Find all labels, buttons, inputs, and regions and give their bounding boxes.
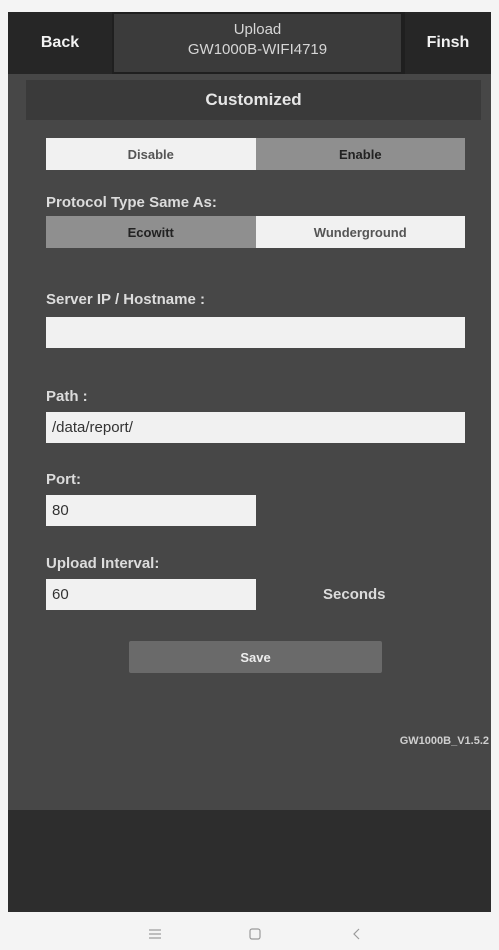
- port-input[interactable]: [46, 495, 256, 526]
- server-label: Server IP / Hostname :: [46, 291, 205, 308]
- upload-interval-input[interactable]: [46, 579, 256, 610]
- firmware-version: GW1000B_V1.5.2: [399, 735, 489, 747]
- home-icon[interactable]: [243, 922, 267, 946]
- save-button[interactable]: Save: [129, 641, 382, 673]
- system-nav-bar: [0, 912, 499, 950]
- back-chevron-icon[interactable]: [344, 922, 368, 946]
- footer-area: [8, 810, 491, 912]
- phone-frame: Back Upload GW1000B-WIFI4719 Finsh Custo…: [0, 0, 499, 950]
- back-button[interactable]: Back: [8, 12, 112, 74]
- ecowitt-option[interactable]: Ecowitt: [46, 216, 256, 248]
- port-label: Port:: [46, 471, 81, 488]
- path-input[interactable]: [46, 412, 465, 443]
- protocol-label: Protocol Type Same As:: [46, 194, 217, 211]
- enable-toggle: Disable Enable: [46, 138, 465, 170]
- enable-option[interactable]: Enable: [255, 138, 465, 170]
- section-title: Customized: [26, 80, 481, 120]
- server-hostname-input[interactable]: [46, 317, 465, 348]
- interval-label: Upload Interval:: [46, 555, 160, 572]
- app-screen: Back Upload GW1000B-WIFI4719 Finsh Custo…: [8, 12, 491, 912]
- page-title: Upload GW1000B-WIFI4719: [114, 14, 401, 72]
- wunderground-option[interactable]: Wunderground: [255, 216, 465, 248]
- title-line-device: GW1000B-WIFI4719: [187, 41, 328, 58]
- path-label: Path :: [46, 388, 88, 405]
- settings-panel: Customized Disable Enable Protocol Type …: [8, 74, 491, 810]
- finish-button[interactable]: Finsh: [405, 12, 491, 74]
- title-line-upload: Upload: [233, 21, 282, 38]
- interval-unit: Seconds: [323, 586, 386, 603]
- menu-icon[interactable]: [143, 922, 167, 946]
- top-bar: Back Upload GW1000B-WIFI4719 Finsh: [8, 12, 491, 74]
- protocol-selector: Ecowitt Wunderground: [46, 216, 465, 248]
- disable-option[interactable]: Disable: [46, 138, 256, 170]
